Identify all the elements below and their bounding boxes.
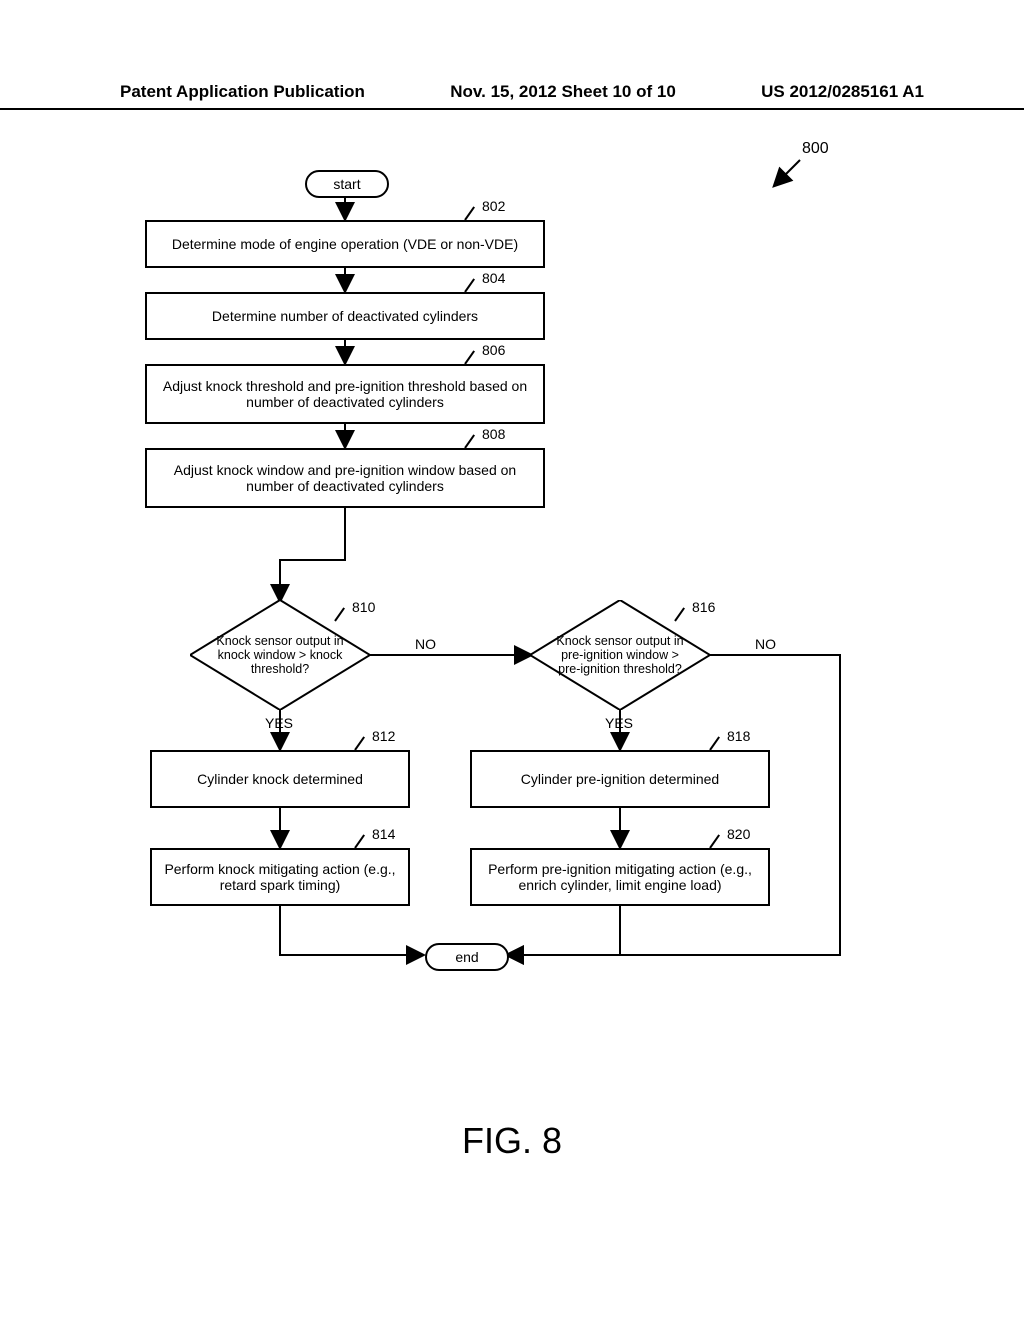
node-816-text: Knock sensor output in pre-ignition wind…: [530, 600, 710, 710]
node-812: Cylinder knock determined: [150, 750, 410, 808]
node-814: Perform knock mitigating action (e.g., r…: [150, 848, 410, 906]
label-810-no: NO: [415, 636, 436, 652]
node-810: Knock sensor output in knock window > kn…: [190, 600, 370, 710]
node-808: Adjust knock window and pre-ignition win…: [145, 448, 545, 508]
ref-820: 820: [727, 826, 750, 842]
header-right: US 2012/0285161 A1: [761, 82, 924, 102]
node-806: Adjust knock threshold and pre-ignition …: [145, 364, 545, 424]
label-816-no: NO: [755, 636, 776, 652]
node-820: Perform pre-ignition mitigating action (…: [470, 848, 770, 906]
page-header: Patent Application Publication Nov. 15, …: [0, 82, 1024, 110]
ref-818: 818: [727, 728, 750, 744]
page-root: Patent Application Publication Nov. 15, …: [0, 0, 1024, 1320]
ref-812: 812: [372, 728, 395, 744]
ref-806: 806: [482, 342, 505, 358]
flowchart: 800 start Determine mode of engine opera…: [120, 140, 910, 1040]
ref-800: 800: [802, 140, 829, 158]
ref-804: 804: [482, 270, 505, 286]
node-818: Cylinder pre-ignition determined: [470, 750, 770, 808]
label-816-yes: YES: [605, 715, 633, 731]
node-start: start: [305, 170, 389, 198]
node-804: Determine number of deactivated cylinder…: [145, 292, 545, 340]
node-802: Determine mode of engine operation (VDE …: [145, 220, 545, 268]
node-810-text: Knock sensor output in knock window > kn…: [190, 600, 370, 710]
figure-caption: FIG. 8: [0, 1120, 1024, 1162]
ref-816: 816: [692, 599, 715, 615]
header-left: Patent Application Publication: [120, 82, 365, 102]
ref-810: 810: [352, 599, 375, 615]
header-center: Nov. 15, 2012 Sheet 10 of 10: [450, 82, 676, 102]
ref-808: 808: [482, 426, 505, 442]
ref-814: 814: [372, 826, 395, 842]
ref-802: 802: [482, 198, 505, 214]
node-end: end: [425, 943, 509, 971]
label-810-yes: YES: [265, 715, 293, 731]
node-816: Knock sensor output in pre-ignition wind…: [530, 600, 710, 710]
